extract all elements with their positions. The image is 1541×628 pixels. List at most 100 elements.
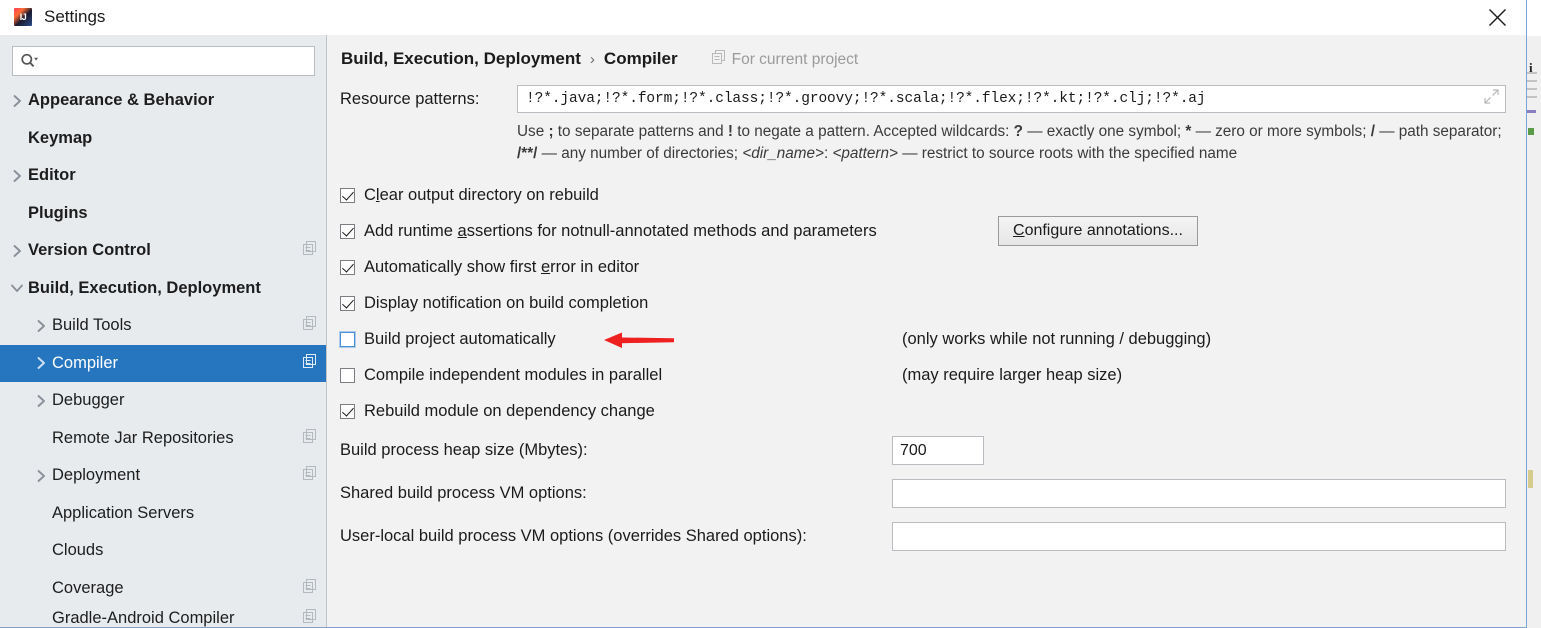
chevron-right-icon[interactable] — [30, 356, 52, 370]
sidebar-item-debugger[interactable]: Debugger — [0, 382, 326, 420]
settings-dialog: Settings — [0, 0, 1527, 628]
sidebar-item-keymap[interactable]: Keymap — [0, 120, 326, 158]
project-scope-icon — [303, 241, 316, 260]
sidebar-item-appearance-behavior[interactable]: Appearance & Behavior — [0, 82, 326, 120]
sidebar-item-application-servers[interactable]: Application Servers — [0, 495, 326, 533]
checkbox-label[interactable]: Clear output directory on rebuild — [364, 186, 599, 205]
resource-patterns-input[interactable] — [524, 90, 1478, 108]
settings-window: i Settings — [0, 0, 1541, 628]
checkbox-display-notification-on-build-completion[interactable] — [340, 295, 355, 311]
sidebar-item-editor[interactable]: Editor — [0, 157, 326, 195]
sidebar-item-version-control[interactable]: Version Control — [0, 232, 326, 270]
chevron-right-icon[interactable] — [6, 94, 28, 108]
checkbox-row-compile-independent-modules-in-parallel: Compile independent modules in parallel (… — [340, 357, 1526, 393]
checkbox-hint: (only works while not running / debuggin… — [902, 329, 1212, 348]
sidebar-item-label: Version Control — [28, 241, 151, 260]
search-box[interactable] — [12, 46, 315, 76]
checkbox-clear-output-directory-on-rebuild[interactable] — [340, 187, 355, 203]
field-label: User-local build process VM options (ove… — [340, 527, 807, 546]
checkbox-row-clear-output-directory-on-rebuild: Clear output directory on rebuild — [340, 177, 1526, 213]
sidebar-item-label: Coverage — [52, 578, 124, 597]
breadcrumb-current: Compiler — [603, 49, 678, 68]
resource-patterns-field[interactable] — [517, 85, 1506, 113]
checkbox-row-display-notification-on-build-completion: Display notification on build completion — [340, 285, 1526, 321]
search-input[interactable] — [43, 52, 307, 70]
sidebar-item-compiler[interactable]: Compiler — [0, 344, 326, 382]
chevron-right-icon[interactable] — [30, 469, 52, 483]
sidebar-item-label: Compiler — [52, 353, 119, 372]
chevron-right-icon[interactable] — [6, 244, 28, 258]
chevron-right-icon[interactable] — [30, 394, 52, 408]
checkbox-label[interactable]: Add runtime assertions for notnull-annot… — [364, 222, 877, 241]
project-scope-icon — [303, 578, 316, 598]
sidebar-item-label: Clouds — [52, 541, 104, 560]
sidebar-item-label: Deployment — [52, 466, 141, 485]
compiler-options-group: Clear output directory on rebuild Add run… — [327, 177, 1526, 429]
sidebar-item-deployment[interactable]: Deployment — [0, 457, 326, 495]
project-scope-icon — [303, 608, 316, 628]
search-icon — [20, 53, 38, 69]
sidebar-item-label: Editor — [28, 166, 76, 185]
field-row-shared-build-process-vm-options: Shared build process VM options: — [327, 472, 1526, 515]
field-label: Shared build process VM options: — [340, 484, 587, 503]
checkbox-compile-independent-modules-in-parallel[interactable] — [340, 367, 355, 383]
chevron-down-icon[interactable] — [6, 283, 28, 294]
input-shared-build-process-vm-options[interactable] — [892, 479, 1506, 509]
configure-annotations-button[interactable]: Configure annotations... — [998, 216, 1198, 247]
chevron-right-icon[interactable] — [30, 319, 52, 333]
sidebar-item-label: Debugger — [52, 391, 125, 410]
checkbox-row-automatically-show-first-error-in-editor: Automatically show first error in editor — [340, 249, 1526, 285]
checkbox-label[interactable]: Build project automatically — [364, 330, 556, 349]
project-scope-icon — [303, 316, 316, 335]
checkbox-label[interactable]: Display notification on build completion — [364, 294, 648, 313]
sidebar-item-gradle-android-compiler[interactable]: Gradle-Android Compiler — [0, 607, 326, 628]
close-icon — [1488, 9, 1506, 26]
intellij-idea-logo-icon — [14, 8, 32, 26]
dialog-body: Appearance & Behavior Keymap Editor Plugins… — [0, 35, 1526, 628]
project-scope-icon — [711, 50, 725, 69]
checkbox-rebuild-module-on-dependency-change[interactable] — [340, 403, 355, 419]
checkbox-label[interactable]: Automatically show first error in editor — [364, 258, 639, 277]
checkbox-label[interactable]: Rebuild module on dependency change — [364, 402, 655, 421]
input-user-local-build-process-vm-options-override[interactable] — [892, 522, 1506, 552]
sidebar-item-build-tools[interactable]: Build Tools — [0, 307, 326, 345]
sidebar-item-label: Plugins — [28, 203, 88, 222]
checkbox-row-build-project-automatically: Build project automatically (only works w… — [340, 321, 1526, 357]
sidebar-item-clouds[interactable]: Clouds — [0, 532, 326, 570]
settings-sidebar: Appearance & Behavior Keymap Editor Plugins… — [0, 35, 327, 628]
sidebar-item-remote-jar-repositories[interactable]: Remote Jar Repositories — [0, 420, 326, 458]
project-scope-icon — [303, 466, 316, 485]
sidebar-item-plugins[interactable]: Plugins — [0, 195, 326, 233]
field-row-user-local-build-process-vm-options-override: User-local build process VM options (ove… — [327, 515, 1526, 558]
field-row-build-process-heap-size-mbytes: Build process heap size (Mbytes): — [327, 429, 1526, 472]
checkbox-label[interactable]: Compile independent modules in parallel — [364, 366, 662, 385]
background-ide-sliver: i — [1525, 0, 1541, 628]
breadcrumb-separator-icon: › — [589, 51, 595, 68]
red-arrow-left-icon — [602, 329, 676, 356]
window-title: Settings — [44, 7, 106, 26]
breadcrumb-parent[interactable]: Build, Execution, Deployment — [341, 49, 581, 69]
sidebar-item-label: Gradle-Android Compiler — [52, 608, 235, 627]
sidebar-item-label: Build Tools — [52, 316, 132, 335]
breadcrumb-scope: For current project — [711, 50, 858, 69]
sidebar-item-label: Remote Jar Repositories — [52, 428, 234, 447]
sidebar-item-label: Appearance & Behavior — [28, 91, 215, 110]
chevron-right-icon[interactable] — [6, 169, 28, 183]
input-build-process-heap-size-mbytes[interactable] — [892, 436, 984, 466]
checkbox-row-rebuild-module-on-dependency-change: Rebuild module on dependency change — [340, 393, 1526, 429]
resource-patterns-help: Use ; to separate patterns and ! to nega… — [517, 123, 1502, 162]
sidebar-item-coverage[interactable]: Coverage — [0, 570, 326, 608]
sidebar-item-label: Keymap — [28, 128, 93, 147]
checkbox-hint: (may require larger heap size) — [902, 365, 1123, 384]
checkbox-build-project-automatically[interactable] — [340, 331, 355, 347]
checkbox-add-runtime-assertions-for-notnull-annotated-met[interactable] — [340, 223, 355, 239]
sidebar-item-build-execution-deployment[interactable]: Build, Execution, Deployment — [0, 270, 326, 308]
close-button[interactable] — [1468, 0, 1526, 35]
settings-tree: Appearance & Behavior Keymap Editor Plugins… — [0, 82, 326, 628]
checkbox-row-add-runtime-assertions-for-notnull-annotated-met: Add runtime assertions for notnull-annot… — [340, 213, 1526, 249]
title-bar: Settings — [0, 0, 1526, 35]
expand-diagonal-icon[interactable] — [1484, 89, 1499, 109]
project-scope-icon — [303, 428, 316, 448]
checkbox-automatically-show-first-error-in-editor[interactable] — [340, 259, 355, 275]
sidebar-item-label: Build, Execution, Deployment — [28, 278, 261, 297]
